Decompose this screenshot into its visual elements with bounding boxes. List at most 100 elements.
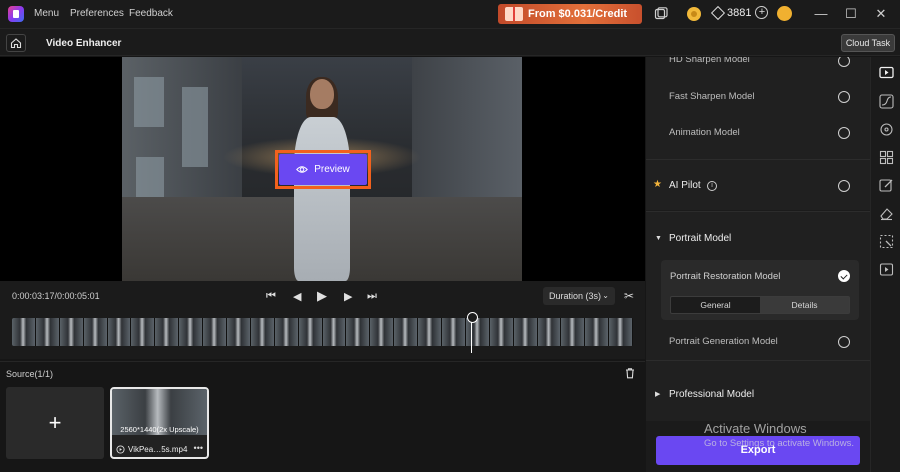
model-option-portrait-generation[interactable]: Portrait Generation Model: [669, 336, 778, 347]
film-frame: [394, 318, 419, 346]
clip-filename: VikPea…5s.mp4: [128, 445, 188, 454]
star-icon: ★: [653, 179, 662, 190]
film-frame: [12, 318, 36, 346]
menu-button[interactable]: Menu: [34, 8, 59, 19]
settings-panel: HD Sharpen Model Fast Sharpen Model Anim…: [646, 57, 870, 472]
sharpen-models-section: HD Sharpen Model Fast Sharpen Model Anim…: [646, 57, 870, 159]
duration-select[interactable]: Duration (3s) ⌄: [543, 287, 615, 305]
ai-pilot-section: ★ AI Pilot i: [646, 160, 870, 210]
diamond-icon: [710, 5, 726, 20]
chevron-down-icon: ⌄: [602, 291, 609, 300]
ai-pilot-label[interactable]: AI Pilot: [669, 180, 701, 191]
film-frame: [346, 318, 371, 346]
film-frame: [418, 318, 443, 346]
play-icon[interactable]: ▶: [317, 288, 327, 304]
curve-icon[interactable]: [879, 94, 894, 109]
timeline[interactable]: [0, 312, 645, 359]
model-option-fast-sharpen[interactable]: Fast Sharpen Model: [669, 91, 755, 102]
caret-down-icon[interactable]: ▼: [655, 235, 662, 242]
page-title: Video Enhancer: [46, 38, 122, 49]
radio-fast-sharpen[interactable]: [838, 91, 850, 103]
film-frame: [203, 318, 228, 346]
selection-icon[interactable]: [879, 234, 894, 249]
prev-frame-icon[interactable]: ◀: [293, 290, 301, 303]
palette-icon[interactable]: [879, 122, 894, 137]
radio-hd-sharpen[interactable]: [838, 57, 850, 67]
preview-button[interactable]: Preview: [279, 154, 367, 185]
skip-forward-icon[interactable]: ⏭: [367, 290, 377, 303]
more-options-icon[interactable]: •••: [194, 443, 203, 453]
cloud-task-button[interactable]: Cloud Task: [841, 34, 895, 52]
next-frame-icon[interactable]: ▶: [344, 290, 352, 303]
caret-right-icon[interactable]: ▶: [655, 390, 660, 398]
clip-name: VikPea…5s.mp4: [116, 445, 187, 454]
model-option-animation[interactable]: Animation Model: [669, 127, 740, 138]
tool-rail: [870, 57, 900, 472]
film-frame: [513, 318, 538, 346]
film-frame: [35, 318, 60, 346]
timecode: 0:00:03:17/0:00:05:01: [12, 291, 100, 301]
film-frame: [274, 318, 299, 346]
portrait-model-title[interactable]: Portrait Model: [669, 233, 731, 244]
film-frame: [609, 318, 633, 346]
tab-general[interactable]: General: [671, 297, 760, 313]
source-clip[interactable]: 2560*1440(2x Upscale) VikPea…5s.mp4 •••: [110, 387, 209, 459]
add-credits-icon[interactable]: +: [755, 6, 769, 19]
radio-portrait-restoration[interactable]: [838, 270, 850, 282]
radio-ai-pilot[interactable]: [838, 180, 850, 192]
promo-banner[interactable]: From $0.031/Credit: [498, 4, 642, 24]
edit-icon[interactable]: [879, 178, 894, 193]
info-icon[interactable]: i: [707, 181, 717, 191]
screen-icon[interactable]: [654, 7, 668, 21]
film-frame: [322, 318, 347, 346]
home-button[interactable]: [6, 34, 26, 52]
video-preview-area: Preview: [0, 57, 645, 281]
video-enhance-icon[interactable]: [879, 66, 894, 81]
minimize-icon[interactable]: —: [813, 6, 829, 22]
film-frame: [561, 318, 586, 346]
tab-details[interactable]: Details: [760, 297, 849, 313]
credits-counter: 3881 +: [710, 5, 769, 20]
add-source-button[interactable]: +: [6, 387, 104, 459]
preferences-button[interactable]: Preferences: [70, 8, 124, 19]
film-frame: [585, 318, 610, 346]
title-bar: Menu Preferences Feedback From $0.031/Cr…: [0, 0, 900, 28]
trash-icon[interactable]: [624, 367, 636, 379]
playhead[interactable]: [467, 312, 478, 353]
skip-back-icon[interactable]: ⏮: [266, 290, 276, 303]
home-icon: [10, 38, 22, 49]
maximize-icon[interactable]: ☐: [843, 6, 859, 22]
film-frame: [107, 318, 132, 346]
radio-portrait-generation[interactable]: [838, 336, 850, 348]
plus-icon: +: [48, 410, 62, 435]
watermark-line-1: Activate Windows: [704, 421, 807, 436]
coin-icon[interactable]: [687, 7, 701, 21]
film-frame: [537, 318, 562, 346]
promo-text: From $0.031/Credit: [528, 8, 628, 20]
video-play-icon[interactable]: [879, 262, 894, 277]
filmstrip[interactable]: [12, 318, 633, 346]
source-label: Source(1/1): [6, 369, 54, 379]
app-logo-icon: [8, 6, 24, 22]
model-option-hd-sharpen[interactable]: HD Sharpen Model: [669, 57, 750, 65]
film-frame: [442, 318, 466, 346]
credits-value: 3881: [727, 6, 752, 19]
portrait-restoration-card[interactable]: Portrait Restoration Model General Detai…: [661, 260, 859, 320]
model-option-portrait-restoration[interactable]: Portrait Restoration Model: [670, 271, 780, 282]
film-frame: [131, 318, 156, 346]
clip-resolution: 2560*1440(2x Upscale): [120, 425, 199, 434]
grid-icon[interactable]: [879, 150, 894, 165]
radio-animation[interactable]: [838, 127, 850, 139]
film-frame: [155, 318, 180, 346]
scissors-icon[interactable]: ✂: [624, 289, 638, 303]
close-icon[interactable]: ✕: [873, 6, 889, 22]
eraser-icon[interactable]: [879, 206, 894, 221]
avatar[interactable]: [777, 6, 792, 21]
film-frame: [227, 318, 251, 346]
film-frame: [83, 318, 108, 346]
feedback-button[interactable]: Feedback: [129, 8, 173, 19]
film-frame: [370, 318, 395, 346]
film-frame: [59, 318, 84, 346]
preview-label: Preview: [314, 164, 350, 175]
professional-model-title[interactable]: Professional Model: [669, 389, 754, 400]
